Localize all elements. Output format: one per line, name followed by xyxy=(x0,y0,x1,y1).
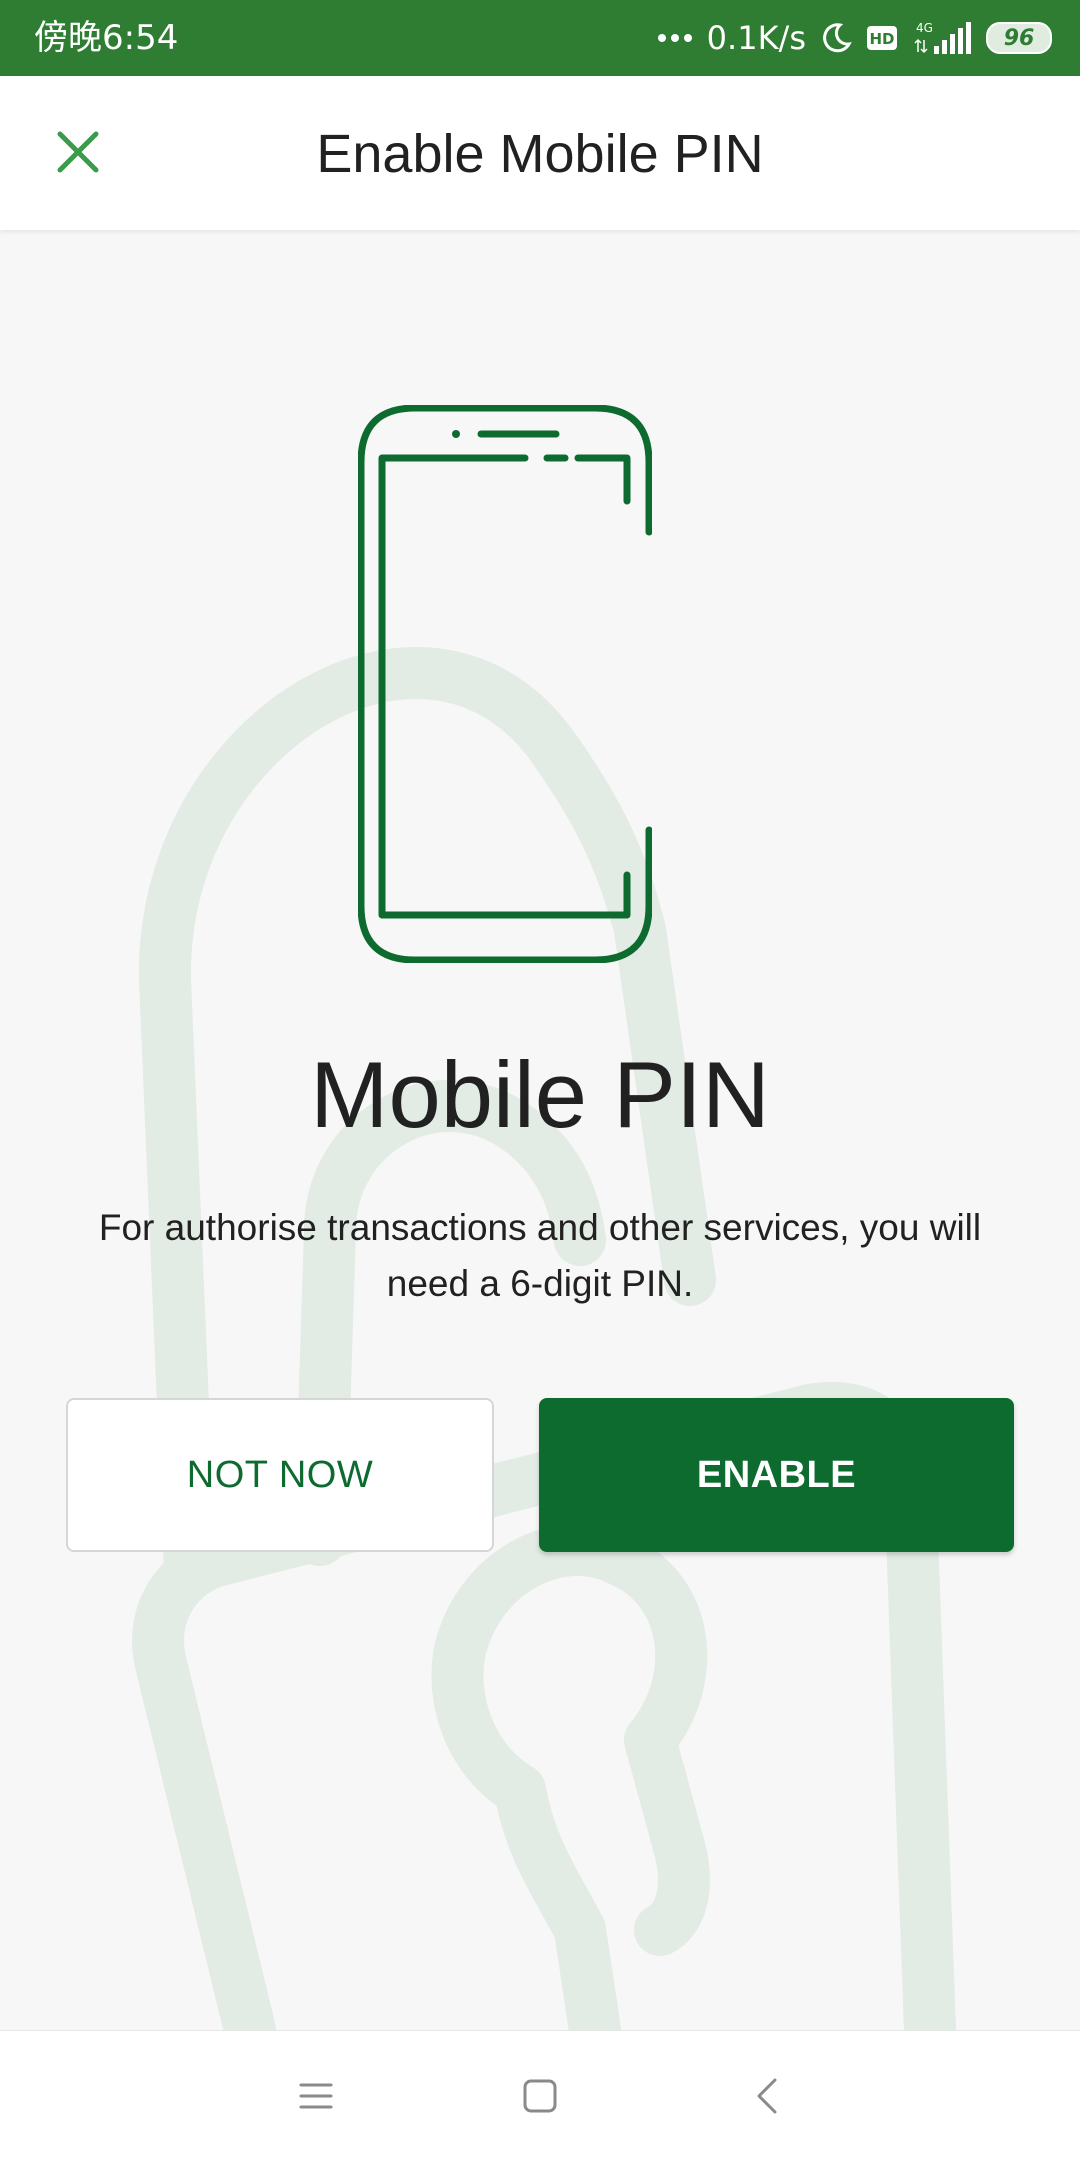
status-indicators: 0.1K/s HD 4G 96 xyxy=(657,16,1052,60)
network-type: 4G xyxy=(916,21,933,35)
back-icon xyxy=(757,2078,777,2114)
status-time: 傍晚6:54 xyxy=(34,18,179,58)
status-bar: 傍晚6:54 0.1K/s HD 4G 96 xyxy=(0,0,1080,76)
close-icon xyxy=(57,131,99,173)
hd-icon: HD xyxy=(866,25,898,51)
home-icon xyxy=(523,2079,557,2113)
section-heading: Mobile PIN xyxy=(310,1042,770,1147)
not-now-button[interactable]: NOT NOW xyxy=(66,1398,494,1552)
menu-icon xyxy=(299,2083,333,2109)
dots-icon xyxy=(657,32,693,44)
nav-home-button[interactable] xyxy=(508,2064,572,2128)
signal-icon: 4G xyxy=(912,20,972,56)
nav-menu-button[interactable] xyxy=(284,2064,348,2128)
network-speed: 0.1K/s xyxy=(706,19,806,57)
page-title: Enable Mobile PIN xyxy=(316,124,764,184)
description-text: For authorise transactions and other ser… xyxy=(98,1207,982,1304)
battery-icon: 96 xyxy=(986,22,1052,54)
hd-label: HD xyxy=(869,30,894,48)
moon-icon xyxy=(820,22,852,54)
close-button[interactable] xyxy=(38,112,118,192)
nav-back-button[interactable] xyxy=(735,2064,799,2128)
enable-button[interactable]: ENABLE xyxy=(539,1398,1014,1552)
app-bar: Enable Mobile PIN xyxy=(0,76,1080,230)
system-nav-bar xyxy=(0,2030,1080,2160)
main-content: Mobile PIN For authorise transactions an… xyxy=(0,230,1080,2030)
smartphone-icon xyxy=(358,405,652,963)
